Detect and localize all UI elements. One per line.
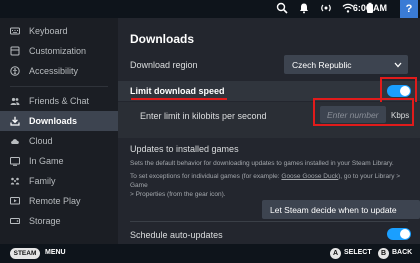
update-behavior-value: Let Steam decide when to update	[270, 205, 397, 215]
search-icon[interactable]	[276, 2, 288, 14]
updates-exceptions-text: To set exceptions for individual games (…	[130, 173, 401, 198]
status-bar: 6:06 AM ?	[0, 0, 420, 18]
limit-input-label: Enter limit in kilobits per second	[140, 111, 267, 121]
cloud-icon	[11, 139, 19, 144]
sidebar-item-label: Family	[29, 176, 56, 186]
in-game-icon	[10, 157, 20, 166]
download-region-label: Download region	[130, 60, 198, 70]
sidebar-item-label: Cloud	[29, 136, 53, 146]
sidebar-item-label: In Game	[29, 156, 64, 166]
sidebar-item-customization[interactable]: Customization	[0, 41, 118, 61]
page-title: Downloads	[130, 32, 195, 46]
update-behavior-dropdown[interactable]: Let Steam decide when to update	[262, 200, 420, 219]
settings-sidebar: Keyboard Customization Accessibility Fri…	[0, 18, 118, 244]
sidebar-item-label: Accessibility	[29, 66, 79, 76]
download-icon	[10, 116, 20, 126]
b-button-icon[interactable]: B	[378, 248, 389, 259]
annotation-box	[313, 98, 414, 126]
sidebar-item-downloads[interactable]: Downloads	[0, 111, 118, 131]
sidebar-item-label: Downloads	[29, 116, 78, 126]
back-hint-label: BACK	[392, 249, 413, 256]
sidebar-item-accessibility[interactable]: Accessibility	[0, 61, 118, 81]
controller-hint-bar: STEAM MENU A SELECT B BACK	[0, 244, 420, 263]
sidebar-item-in-game[interactable]: In Game	[0, 151, 118, 171]
friends-icon	[10, 97, 20, 105]
download-region-dropdown[interactable]: Czech Republic	[284, 55, 408, 74]
schedule-auto-updates-label: Schedule auto-updates	[130, 230, 223, 240]
storage-icon	[10, 218, 20, 224]
sidebar-item-label: Keyboard	[29, 26, 68, 36]
sidebar-item-family[interactable]: Family	[0, 171, 118, 191]
section-divider	[130, 221, 408, 222]
customization-icon	[10, 46, 20, 56]
sidebar-item-friends-chat[interactable]: Friends & Chat	[0, 91, 118, 111]
download-region-value: Czech Republic	[292, 60, 352, 70]
sidebar-item-label: Storage	[29, 216, 61, 226]
annotation-underline	[131, 98, 227, 100]
broadcast-icon[interactable]	[320, 2, 332, 14]
limit-download-speed-label: Limit download speed	[130, 86, 225, 96]
sidebar-item-label: Customization	[29, 46, 87, 56]
sidebar-item-keyboard[interactable]: Keyboard	[0, 21, 118, 41]
family-icon	[10, 177, 20, 185]
example-game-link[interactable]: Goose Goose Duck	[281, 173, 338, 180]
a-button-icon[interactable]: A	[330, 248, 341, 259]
updates-heading: Updates to installed games	[130, 144, 239, 154]
select-hint-label: SELECT	[344, 249, 372, 256]
toggle-knob	[400, 229, 410, 239]
updates-description: Sets the default behavior for downloadin…	[130, 160, 394, 167]
sidebar-item-storage[interactable]: Storage	[0, 211, 118, 231]
menu-hint-label: MENU	[45, 249, 66, 256]
sidebar-item-label: Friends & Chat	[29, 96, 90, 106]
downloads-settings-panel: Downloads Download region Czech Republic…	[118, 18, 420, 244]
sidebar-item-remote-play[interactable]: Remote Play	[0, 191, 118, 211]
steam-button[interactable]: STEAM	[10, 248, 40, 259]
notifications-icon[interactable]	[298, 2, 310, 14]
clock: 6:06 AM	[352, 3, 387, 13]
help-button[interactable]: ?	[400, 0, 418, 18]
sidebar-item-label: Remote Play	[29, 196, 81, 206]
schedule-auto-updates-toggle[interactable]	[387, 228, 411, 240]
chevron-down-icon	[394, 62, 402, 68]
keyboard-icon	[10, 27, 20, 35]
remote-play-icon	[10, 197, 20, 205]
accessibility-icon	[10, 66, 20, 76]
sidebar-item-cloud[interactable]: Cloud	[0, 131, 118, 151]
sidebar-divider	[10, 86, 108, 87]
